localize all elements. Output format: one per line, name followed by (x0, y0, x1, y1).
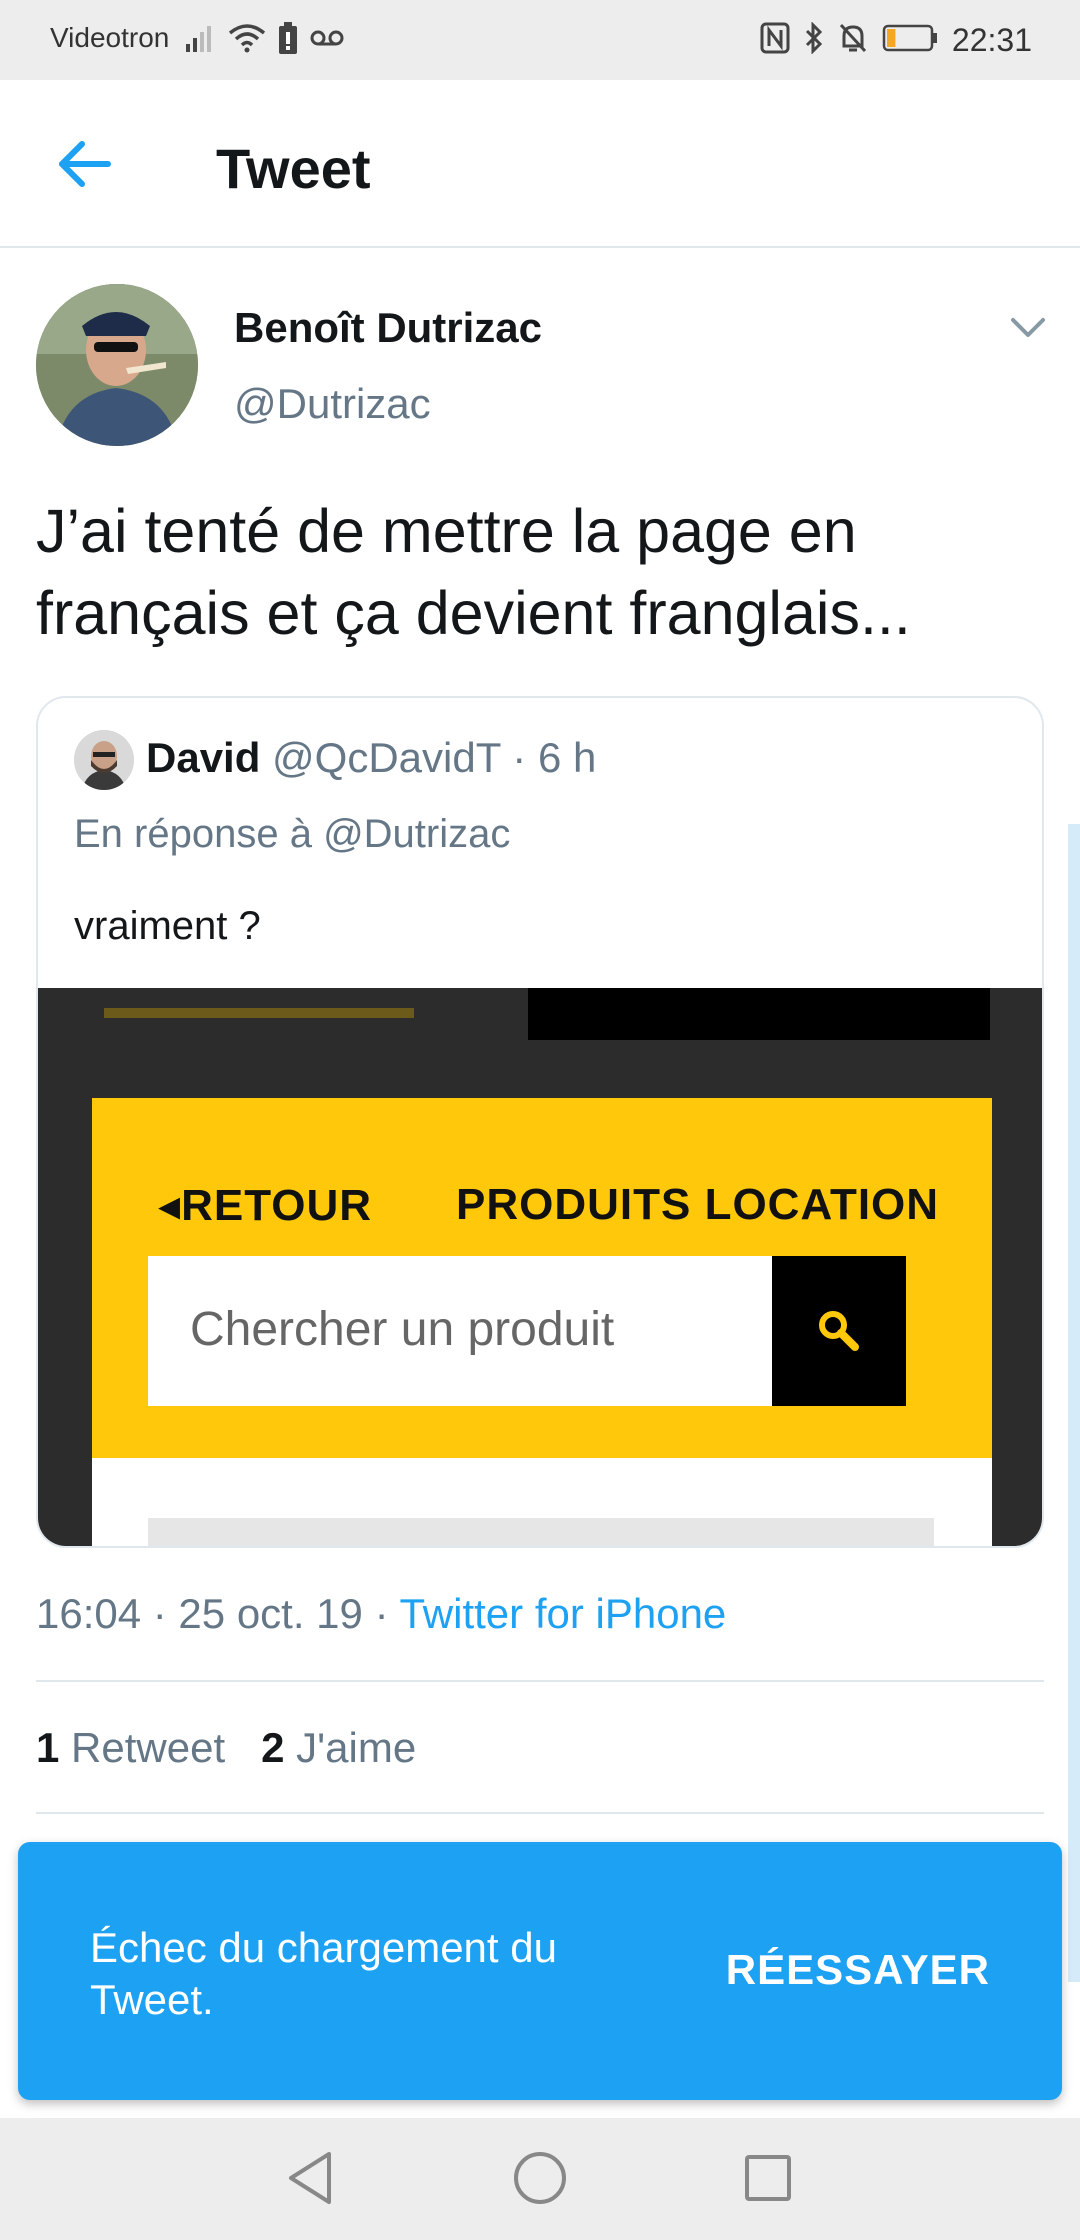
tweet-timestamp: 16:04 · 25 oct. 19 · (36, 1590, 400, 1637)
quoted-author-handle: @QcDavidT (272, 734, 501, 781)
divider (36, 1812, 1044, 1814)
quoted-tweet-time: · 6 h (500, 734, 597, 781)
likes-stat[interactable]: 2 J'aime (261, 1724, 416, 1771)
battery-icon (882, 24, 938, 57)
arrow-left-icon (59, 141, 111, 187)
nav-back-button[interactable] (278, 2146, 342, 2210)
snackbar-message: Échec du chargement du Tweet. (90, 1924, 557, 2023)
website-header: ◂RETOUR PRODUITS LOCATION Chercher un pr… (92, 1098, 992, 1458)
search-icon (819, 1311, 859, 1351)
circle-home-icon (514, 2152, 566, 2204)
triangle-back-icon (289, 2152, 331, 2204)
quoted-tweet-text: vraiment ? (74, 904, 261, 948)
author-name[interactable]: Benoît Dutrizac (234, 304, 542, 352)
divider (36, 1680, 1044, 1682)
wifi-icon (228, 23, 266, 58)
tweet-text: J’ai tenté de mettre la page en français… (36, 497, 911, 647)
scrollbar[interactable] (1068, 824, 1080, 1982)
author-handle[interactable]: @Dutrizac (234, 380, 431, 428)
retry-button[interactable]: RÉESSAYER (726, 1946, 990, 1994)
quoted-author-avatar (74, 730, 134, 790)
back-button[interactable] (48, 132, 120, 196)
image-search-button (772, 1256, 906, 1406)
reply-context: En réponse à @Dutrizac (74, 812, 511, 856)
quoted-tweet-image[interactable]: ◂RETOUR PRODUITS LOCATION Chercher un pr… (38, 988, 1042, 1546)
tweet-options-button[interactable] (1006, 310, 1050, 346)
signal-icon (186, 24, 216, 57)
quoted-author-name: David (146, 734, 261, 781)
status-bar: Videotron 22:31 (0, 0, 1080, 80)
do-not-disturb-icon (838, 22, 868, 59)
chevron-down-icon (1011, 318, 1045, 337)
quoted-tweet[interactable]: David @QcDavidT · 6 h En réponse à @Dutr… (36, 696, 1044, 1548)
retweets-stat[interactable]: 1 Retweet (36, 1724, 225, 1771)
tweet-stats: 1 Retweet 2 J'aime (36, 1724, 416, 1772)
system-nav-bar (0, 2118, 1080, 2240)
nav-home-button[interactable] (508, 2146, 572, 2210)
error-snackbar: Échec du chargement du Tweet. RÉESSAYER (18, 1842, 1062, 2100)
square-recents-icon (745, 2155, 791, 2201)
bluetooth-icon (804, 20, 824, 59)
author-avatar[interactable] (36, 284, 198, 446)
app-header: Tweet (0, 80, 1080, 248)
nav-recents-button[interactable] (736, 2146, 800, 2210)
page-title: Tweet (216, 137, 371, 200)
tweet-source-link[interactable]: Twitter for iPhone (399, 1590, 726, 1637)
clock: 22:31 (951, 21, 1032, 58)
carrier-name: Videotron (50, 22, 170, 53)
image-nav-products: PRODUITS LOCATION (456, 1180, 940, 1229)
battery-saver-icon (278, 21, 298, 59)
voicemail-icon (310, 28, 344, 53)
image-nav-back: ◂RETOUR (158, 1181, 373, 1230)
image-search-field: Chercher un produit (148, 1256, 772, 1406)
nfc-icon (760, 22, 790, 59)
tweet-metadata: 16:04 · 25 oct. 19 · Twitter for iPhone (36, 1590, 726, 1638)
